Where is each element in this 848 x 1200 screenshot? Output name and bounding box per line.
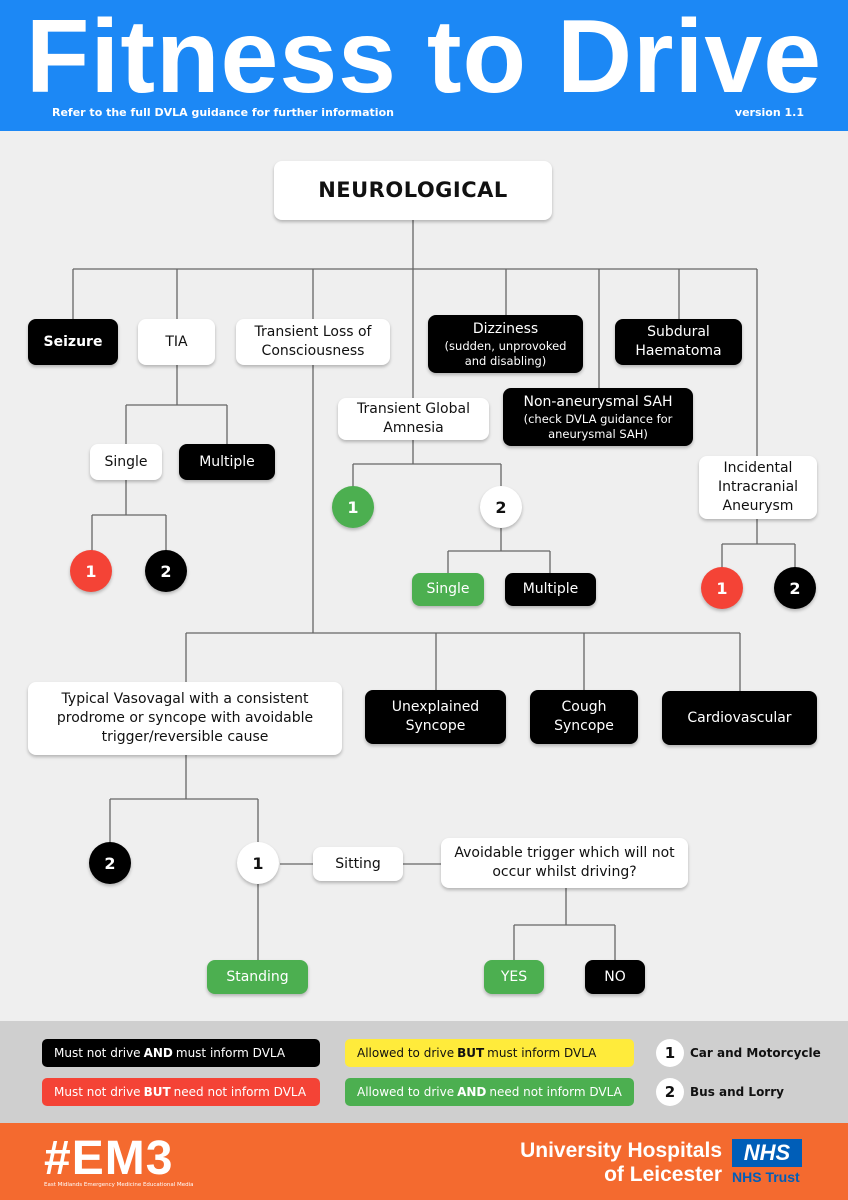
legend-green-post: need not inform DVLA — [489, 1085, 622, 1099]
legend-group1-label: Car and Motorcycle — [690, 1046, 821, 1060]
tia-single-group2[interactable]: 2 — [145, 550, 187, 592]
vasovagal-sitting[interactable]: Sitting — [313, 847, 403, 881]
legend-yellow: Allowed to drive BUT must inform DVLA — [345, 1039, 634, 1067]
version-label: version 1.1 — [734, 106, 804, 119]
em3-logo: #EM3 — [44, 1132, 174, 1185]
dizziness-note: (sudden, unprovoked and disabling) — [444, 338, 567, 368]
legend-green: Allowed to drive AND need not inform DVLA — [345, 1078, 634, 1106]
sah-label: Non-aneurysmal SAH — [523, 393, 673, 410]
tloc-cardiovascular[interactable]: Cardiovascular — [662, 691, 817, 745]
legend-yellow-bold: BUT — [457, 1046, 485, 1060]
tga-group2[interactable]: 2 — [480, 486, 522, 528]
legend-black-post: must inform DVLA — [175, 1046, 286, 1060]
aneurysm-group1[interactable]: 1 — [701, 567, 743, 609]
tia-single-group1[interactable]: 1 — [70, 550, 112, 592]
legend-red-bold: BUT — [143, 1085, 171, 1099]
tia-single[interactable]: Single — [90, 444, 162, 480]
tloc-cough-syncope[interactable]: Cough Syncope — [530, 690, 638, 744]
legend-group1-circle: 1 — [656, 1039, 684, 1067]
legend-yellow-pre: Allowed to drive — [357, 1046, 455, 1060]
legend-yellow-post: must inform DVLA — [487, 1046, 597, 1060]
legend-group2-label: Bus and Lorry — [690, 1085, 784, 1099]
subtitle: Refer to the full DVLA guidance for furt… — [52, 106, 394, 119]
aneurysm-group2[interactable]: 2 — [774, 567, 816, 609]
legend-red: Must not drive BUT need not inform DVLA — [42, 1078, 320, 1106]
footer: #EM3 East Midlands Emergency Medicine Ed… — [0, 1123, 848, 1200]
answer-yes[interactable]: YES — [484, 960, 544, 994]
org-name-line2: of Leicester — [604, 1163, 722, 1186]
tloc-unexplained-syncope[interactable]: Unexplained Syncope — [365, 690, 506, 744]
category-tga[interactable]: Transient Global Amnesia — [338, 398, 489, 440]
sah-note: (check DVLA guidance for aneurysmal SAH) — [523, 411, 673, 441]
category-nonaneurysmal-sah[interactable]: Non-aneurysmal SAH (check DVLA guidance … — [503, 388, 693, 446]
tia-multiple[interactable]: Multiple — [179, 444, 275, 480]
legend-group2-circle: 2 — [656, 1078, 684, 1106]
legend-red-post: need not inform DVLA — [173, 1085, 307, 1099]
tloc-vasovagal[interactable]: Typical Vasovagal with a consistent prod… — [28, 682, 342, 755]
dizziness-label: Dizziness — [472, 320, 539, 337]
category-subdural-haematoma[interactable]: Subdural Haematoma — [615, 319, 742, 365]
category-incidental-aneurysm[interactable]: Incidental Intracranial Aneurysm — [699, 456, 817, 519]
legend-green-bold: AND — [457, 1085, 487, 1099]
category-seizure[interactable]: Seizure — [28, 319, 118, 365]
legend-red-pre: Must not drive — [54, 1085, 141, 1099]
tga-single[interactable]: Single — [412, 573, 484, 606]
nhs-logo: NHS — [732, 1139, 802, 1167]
vasovagal-standing[interactable]: Standing — [207, 960, 308, 994]
legend-black-pre: Must not drive — [54, 1046, 141, 1060]
root-neurological[interactable]: NEUROLOGICAL — [274, 161, 552, 220]
nhs-trust-label: NHS Trust — [732, 1169, 800, 1185]
answer-no[interactable]: NO — [585, 960, 645, 994]
category-tia[interactable]: TIA — [138, 319, 215, 365]
legend-green-pre: Allowed to drive — [357, 1085, 455, 1099]
em3-tagline: East Midlands Emergency Medicine Educati… — [44, 1182, 194, 1188]
tga-multiple[interactable]: Multiple — [505, 573, 596, 606]
legend-black-bold: AND — [143, 1046, 173, 1060]
category-dizziness[interactable]: Dizziness (sudden, unprovoked and disabl… — [428, 315, 583, 373]
vasovagal-group2[interactable]: 2 — [89, 842, 131, 884]
tga-group1[interactable]: 1 — [332, 486, 374, 528]
header-banner: Fitness to Drive Refer to the full DVLA … — [0, 0, 848, 131]
nhs-logo-text: NHS — [734, 1140, 800, 1165]
vasovagal-question[interactable]: Avoidable trigger which will not occur w… — [441, 838, 688, 888]
org-name-line1: University Hospitals — [520, 1139, 722, 1162]
page-title: Fitness to Drive — [25, 0, 823, 115]
category-tloc[interactable]: Transient Loss of Consciousness — [236, 319, 390, 365]
vasovagal-group1[interactable]: 1 — [237, 842, 279, 884]
legend: Must not drive AND must inform DVLA Must n… — [0, 1021, 848, 1123]
legend-black: Must not drive AND must inform DVLA — [42, 1039, 320, 1067]
